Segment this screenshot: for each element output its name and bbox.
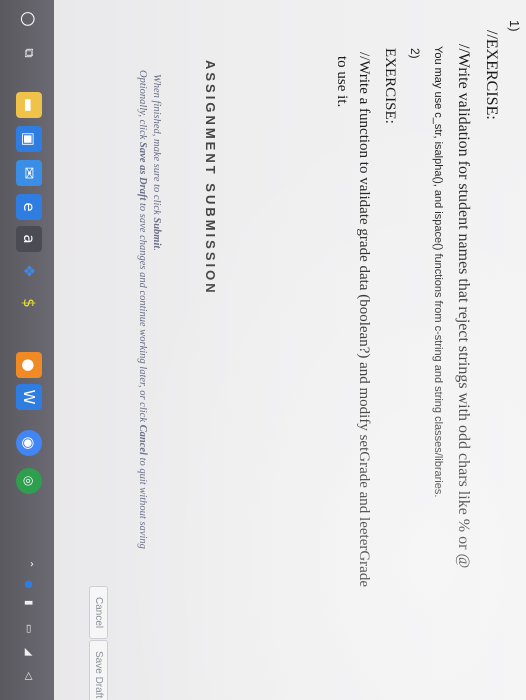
firefox-icon[interactable]: ● [16, 352, 42, 378]
task-view-icon[interactable]: ⧉ [16, 40, 42, 66]
save-draft-button[interactable]: Save Draft [89, 640, 108, 700]
exercise-2-text-line2: to use it. [334, 56, 350, 108]
item-number: 1) [507, 20, 522, 32]
exercise-1-text: //Write validation for student names tha… [455, 44, 472, 569]
app-green-icon[interactable]: ◎ [16, 468, 42, 494]
tray-chevron-icon[interactable]: ⌃ [23, 560, 34, 568]
app-icon[interactable]: $ [16, 290, 42, 316]
cancel-button[interactable]: Cancel [89, 586, 108, 640]
folder-icon[interactable]: ▬ [16, 92, 42, 118]
assignment-submission-heading: ASSIGNMENT SUBMISSION [203, 60, 218, 296]
start-icon[interactable]: ○ [16, 6, 42, 32]
tray-dropbox-icon[interactable]: ● [23, 580, 34, 589]
taskbar: ○ ⧉ ▬ ▣ ✉ e a ❖ $ ● W ◉ ◎ ⌃ ● ▮ ▭ ◢ ◁ [0, 0, 54, 700]
chrome-icon[interactable]: ◉ [16, 430, 42, 456]
exercise-1-title: //EXERCISE: [483, 30, 500, 120]
rotated-screen: 1) //EXERCISE: //Write validation for st… [0, 0, 526, 700]
tray-battery-icon[interactable]: ▭ [23, 624, 34, 633]
tray-volume-icon[interactable]: ◁ [23, 672, 34, 680]
edge-icon[interactable]: e [16, 194, 42, 220]
exercise-1-note: You may use c_str, isalpha(), and ispace… [432, 46, 444, 498]
amazon-icon[interactable]: a [16, 226, 42, 252]
mail-icon[interactable]: ✉ [16, 160, 42, 186]
dropbox-icon[interactable]: ❖ [16, 258, 42, 284]
tray-network-icon[interactable]: ▮ [23, 600, 34, 606]
instruction-line-2: Optionally, click Save as Draft to save … [137, 70, 148, 549]
browser-content: 1) //EXERCISE: //Write validation for st… [54, 0, 526, 700]
item-2-number: 2) [408, 48, 422, 59]
tray-wifi-icon[interactable]: ◢ [23, 648, 34, 656]
word-icon[interactable]: W [16, 384, 42, 410]
exercise-2-text-line1: //Write a function to validate grade dat… [356, 52, 372, 587]
store-icon[interactable]: ▣ [16, 126, 42, 152]
exercise-2-title: EXERCISE: [382, 48, 398, 124]
instruction-line-1: When finished, make sure to click Submit… [151, 74, 162, 251]
